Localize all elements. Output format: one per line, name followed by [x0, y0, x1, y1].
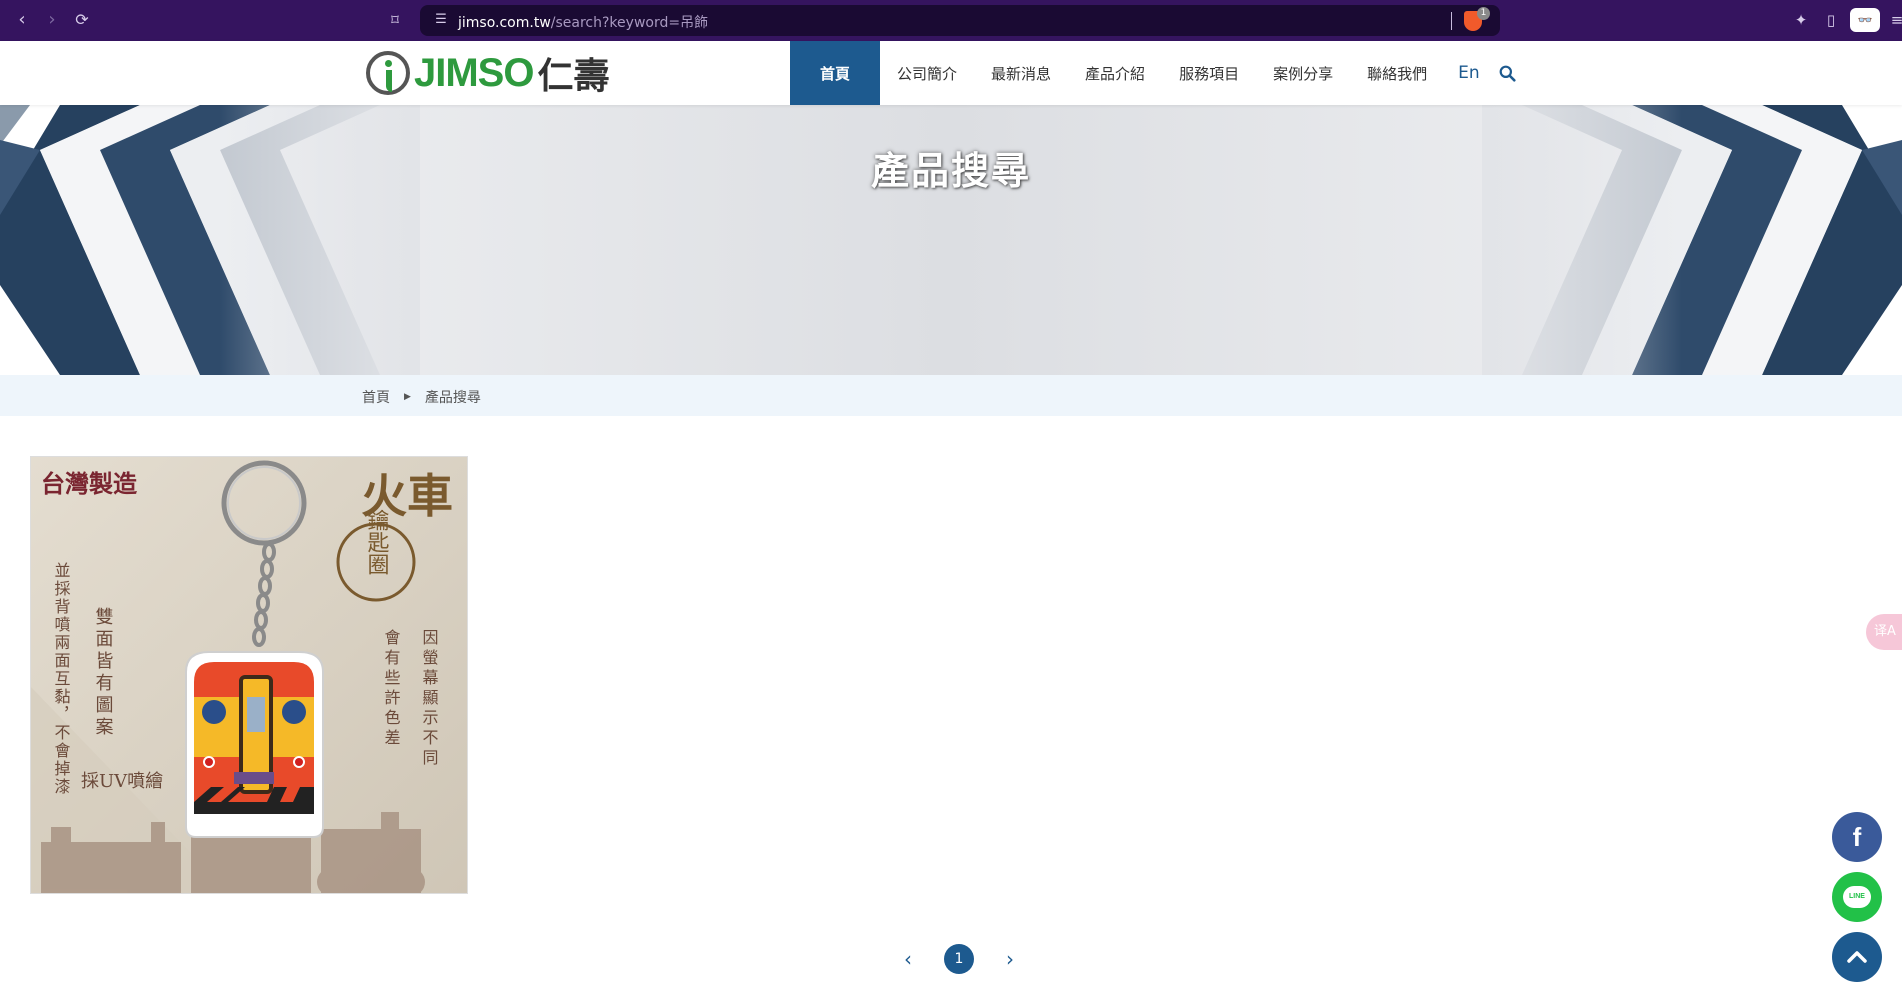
- product-text-uv: 採UV噴繪: [81, 771, 163, 792]
- nav-services[interactable]: 服務項目: [1162, 41, 1256, 105]
- line-icon[interactable]: LINE: [1832, 872, 1882, 922]
- extensions-icon[interactable]: ✦: [1790, 9, 1812, 31]
- facebook-icon[interactable]: f: [1832, 812, 1882, 862]
- reload-icon[interactable]: ⟳: [70, 8, 94, 32]
- nav-cases[interactable]: 案例分享: [1256, 41, 1350, 105]
- page-banner: 產品搜尋: [0, 105, 1902, 375]
- sidebar-icon[interactable]: ▯: [1820, 9, 1842, 31]
- url-host: jimso.com.tw: [458, 15, 551, 31]
- product-image: 台灣製造 並採背噴兩面互黏，不會掉漆 雙面皆有圖案 採UV噴繪 火車 鑰匙圈 因…: [31, 457, 467, 893]
- nav-products[interactable]: 產品介紹: [1068, 41, 1162, 105]
- logo-text: JIMSO: [414, 50, 534, 95]
- shield-count-badge: 1: [1477, 7, 1490, 20]
- svg-text:並採背噴兩面互黏，不會掉漆: 並採背噴兩面互黏，不會掉漆: [52, 562, 71, 796]
- page-number[interactable]: 1: [944, 944, 974, 974]
- translate-icon[interactable]: 译A: [1866, 614, 1902, 650]
- pagination: ‹ 1 ›: [896, 944, 1022, 974]
- nav-news[interactable]: 最新消息: [974, 41, 1068, 105]
- site-header: JIMSO 仁壽 首頁 公司簡介 最新消息 產品介紹 服務項目 案例分享 聯絡我…: [0, 41, 1902, 105]
- url-text[interactable]: jimso.com.tw/search?keyword=吊飾: [458, 12, 708, 32]
- forward-icon[interactable]: ›: [40, 8, 64, 32]
- back-icon[interactable]: ‹: [10, 8, 34, 32]
- main-nav: 首頁 公司簡介 最新消息 產品介紹 服務項目 案例分享 聯絡我們 En: [790, 41, 1522, 105]
- breadcrumb-bar: 首頁 ▶ 產品搜尋: [0, 375, 1902, 416]
- nav-contact[interactable]: 聯絡我們: [1350, 41, 1444, 105]
- divider: [1451, 12, 1452, 30]
- page-title: 產品搜尋: [870, 149, 1031, 193]
- product-card[interactable]: 台灣製造 並採背噴兩面互黏，不會掉漆 雙面皆有圖案 採UV噴繪 火車 鑰匙圈 因…: [30, 456, 468, 894]
- scroll-top-button[interactable]: [1832, 932, 1882, 982]
- nav-home[interactable]: 首頁: [790, 41, 881, 105]
- svg-text:會有些許色差: 會有些許色差: [382, 629, 401, 749]
- prev-page-icon[interactable]: ‹: [896, 947, 920, 971]
- svg-text:雙面皆有圖案: 雙面皆有圖案: [93, 607, 114, 739]
- next-page-icon[interactable]: ›: [998, 947, 1022, 971]
- nav-about[interactable]: 公司簡介: [880, 41, 974, 105]
- chevron-up-icon: [1847, 951, 1867, 963]
- browser-toolbar: ‹ › ⟳ ⌑ ☰ jimso.com.tw/search?keyword=吊飾…: [0, 0, 1902, 41]
- reader-mode-icon[interactable]: 👓: [1850, 8, 1880, 32]
- search-icon[interactable]: [1494, 41, 1522, 105]
- site-logo[interactable]: JIMSO 仁壽: [366, 50, 610, 97]
- line-label: LINE: [1843, 886, 1871, 908]
- breadcrumb: 首頁 ▶ 產品搜尋: [362, 387, 481, 407]
- language-switch[interactable]: En: [1444, 41, 1494, 105]
- logo-cjk: 仁壽: [537, 56, 610, 97]
- breadcrumb-home[interactable]: 首頁: [362, 387, 390, 407]
- bookmark-icon[interactable]: ⌑: [384, 9, 406, 31]
- logo-mark-icon: [366, 51, 410, 95]
- url-path: /search?keyword=吊飾: [550, 15, 709, 31]
- menu-icon[interactable]: ≡: [1886, 9, 1902, 31]
- breadcrumb-current: 產品搜尋: [424, 390, 481, 406]
- address-bar[interactable]: ⌑ ☰ jimso.com.tw/search?keyword=吊飾 1: [391, 5, 1500, 36]
- site-settings-icon[interactable]: ☰: [432, 11, 450, 29]
- product-text-subtitle: 鑰匙圈: [364, 509, 390, 575]
- breadcrumb-arrow-icon: ▶: [404, 392, 411, 402]
- svg-text:因螢幕顯示不同: 因螢幕顯示不同: [420, 629, 439, 769]
- product-text-made-in: 台灣製造: [41, 469, 137, 498]
